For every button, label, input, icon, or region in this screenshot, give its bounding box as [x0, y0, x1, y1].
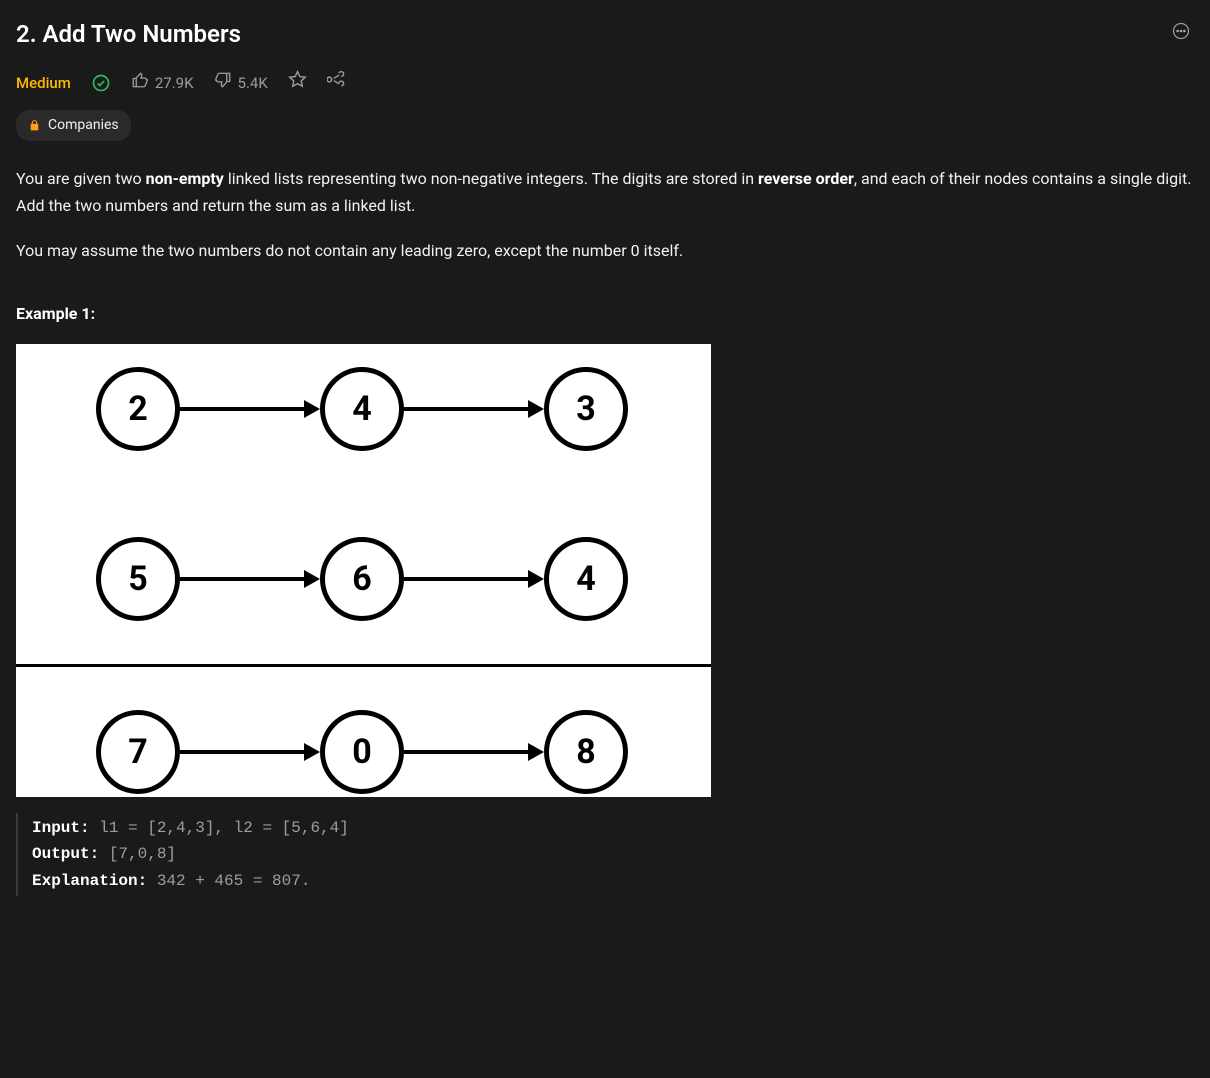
explanation-label: Explanation: [32, 872, 147, 890]
like-button[interactable]: 27.9K [131, 71, 194, 96]
linked-list-2: 5 6 4 [16, 534, 711, 624]
arrow-icon [404, 400, 544, 418]
more-options-button[interactable] [1168, 21, 1194, 47]
list-item: 7 [96, 710, 180, 794]
share-icon [327, 70, 346, 96]
problem-description: You are given two non-empty linked lists… [16, 165, 1194, 265]
linked-list-1: 2 4 3 [16, 364, 711, 454]
list-item: 6 [320, 537, 404, 621]
list-item: 0 [320, 710, 404, 794]
arrow-icon [404, 743, 544, 761]
more-horizontal-icon [1171, 21, 1191, 48]
arrow-icon [180, 570, 320, 588]
list-item: 5 [96, 537, 180, 621]
thumbs-down-icon [214, 71, 232, 96]
list-item: 8 [544, 710, 628, 794]
description-p1: You are given two non-empty linked lists… [16, 165, 1194, 219]
output-value: [7,0,8] [99, 845, 176, 863]
problem-title: 2. Add Two Numbers [16, 16, 241, 52]
divider-line [16, 664, 711, 667]
list-item: 2 [96, 367, 180, 451]
arrow-icon [180, 743, 320, 761]
like-count: 27.9K [155, 72, 194, 95]
companies-tag-label: Companies [48, 115, 119, 136]
explanation-value: 342 + 465 = 807. [147, 872, 310, 890]
dislike-count: 5.4K [238, 72, 268, 95]
output-label: Output: [32, 845, 99, 863]
list-item: 4 [320, 367, 404, 451]
difficulty-badge: Medium [16, 72, 71, 95]
thumbs-up-icon [131, 71, 149, 96]
input-value: l1 = [2,4,3], l2 = [5,6,4] [90, 819, 349, 837]
share-button[interactable] [327, 70, 346, 96]
example-code-block: Input: l1 = [2,4,3], l2 = [5,6,4] Output… [16, 813, 1194, 896]
list-item: 4 [544, 537, 628, 621]
input-label: Input: [32, 819, 90, 837]
star-icon [288, 70, 307, 96]
dislike-button[interactable]: 5.4K [214, 71, 268, 96]
favorite-button[interactable] [288, 70, 307, 96]
linked-list-result: 7 0 8 [16, 707, 711, 797]
arrow-icon [404, 570, 544, 588]
companies-tag[interactable]: Companies [16, 110, 131, 141]
description-p2: You may assume the two numbers do not co… [16, 237, 1194, 264]
arrow-icon [180, 400, 320, 418]
list-item: 3 [544, 367, 628, 451]
solved-check-icon [91, 73, 111, 93]
example-diagram: 2 4 3 5 6 4 7 0 8 [16, 344, 711, 797]
meta-row: Medium 27.9K 5.4K [16, 70, 1194, 96]
example-1-heading: Example 1: [16, 302, 1194, 326]
lock-icon [28, 119, 41, 132]
